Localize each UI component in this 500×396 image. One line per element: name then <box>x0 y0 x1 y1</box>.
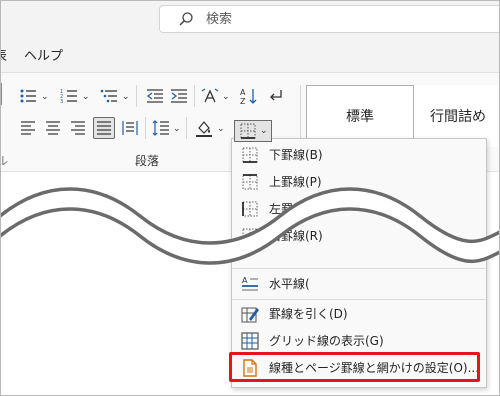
chevron-down-icon[interactable]: ⌄ <box>222 92 230 102</box>
increase-indent-icon <box>171 89 187 103</box>
menu-bar: 表 ヘルプ <box>0 40 500 72</box>
svg-text:3: 3 <box>60 99 63 104</box>
separator <box>194 85 195 107</box>
show-marks-icon <box>270 90 282 101</box>
align-left-icon <box>21 121 35 135</box>
paragraph-group-label: 段落 <box>135 154 160 168</box>
sort-icon: A Z <box>240 88 257 105</box>
menu-item-view-gridlines[interactable]: グリッド線の表示(G) <box>232 328 486 354</box>
line-spacing-button[interactable] <box>150 117 172 139</box>
menu-separator <box>232 299 486 300</box>
separator <box>186 117 187 139</box>
search-placeholder: 検索 <box>206 12 233 27</box>
menu-item-cut[interactable]: 表 <box>0 49 7 65</box>
bottom-border-icon <box>242 147 258 163</box>
chevron-down-icon[interactable]: ⌄ <box>122 92 130 102</box>
decrease-indent-button[interactable] <box>144 85 166 107</box>
multilevel-list-icon <box>100 89 117 103</box>
menu-item-draw-table[interactable]: 罫線を引く(D) <box>232 301 486 327</box>
align-right-icon <box>71 121 85 135</box>
sort-button[interactable]: A Z <box>238 85 260 107</box>
search-box[interactable]: 検索 <box>159 5 500 33</box>
asian-layout-button[interactable] <box>199 85 221 107</box>
align-left-button[interactable] <box>17 117 39 139</box>
increase-indent-button[interactable] <box>168 85 190 107</box>
menu-item-label: グリッド線の表示(G) <box>269 334 384 348</box>
separator <box>145 117 146 139</box>
title-bar: 検索 <box>0 0 500 40</box>
separator <box>136 85 137 107</box>
menu-item-label: 罫線を引く(D) <box>269 307 348 321</box>
chevron-down-icon[interactable]: ⌄ <box>173 124 181 134</box>
draw-table-icon <box>241 307 259 323</box>
gridlines-icon <box>241 332 259 350</box>
multilevel-list-button[interactable] <box>98 85 120 107</box>
highlight-box <box>229 352 480 382</box>
borders-icon <box>240 123 256 139</box>
page-break-wave <box>0 187 500 265</box>
align-center-icon <box>46 121 60 135</box>
numbering-button[interactable]: 1 2 3 <box>58 85 80 107</box>
chevron-down-icon[interactable]: ⌄ <box>217 124 225 134</box>
justify-icon <box>97 121 111 135</box>
menu-item-bottom-border[interactable]: 下罫線(B) <box>232 142 486 168</box>
svg-text:Z: Z <box>240 97 246 105</box>
menu-item-label: 下罫線(B) <box>269 148 323 162</box>
shading-button[interactable] <box>193 117 215 139</box>
font-group-label-edge: ル <box>0 154 9 168</box>
distributed-icon <box>122 121 138 135</box>
decrease-indent-icon <box>146 89 163 103</box>
search-icon <box>179 12 193 26</box>
align-center-button[interactable] <box>42 117 64 139</box>
bullets-icon <box>20 89 36 103</box>
borders-button[interactable]: ⌄ <box>234 120 272 142</box>
numbering-icon: 1 2 3 <box>60 89 77 104</box>
align-right-button[interactable] <box>67 117 89 139</box>
menu-item-help[interactable]: ヘルプ <box>24 49 63 65</box>
shading-icon <box>196 121 212 137</box>
svg-text:A: A <box>240 88 246 97</box>
bullets-button[interactable] <box>17 85 39 107</box>
chevron-down-icon: ⌄ <box>260 126 268 136</box>
chevron-down-icon[interactable]: ⌄ <box>41 92 49 102</box>
show-marks-button[interactable] <box>265 85 287 107</box>
asian-layout-icon <box>201 88 219 103</box>
line-spacing-icon <box>152 120 169 136</box>
chevron-down-icon[interactable]: ⌄ <box>82 92 90 102</box>
justify-button[interactable] <box>93 117 115 139</box>
distributed-button[interactable] <box>119 117 141 139</box>
ribbon-edge <box>1 83 2 105</box>
